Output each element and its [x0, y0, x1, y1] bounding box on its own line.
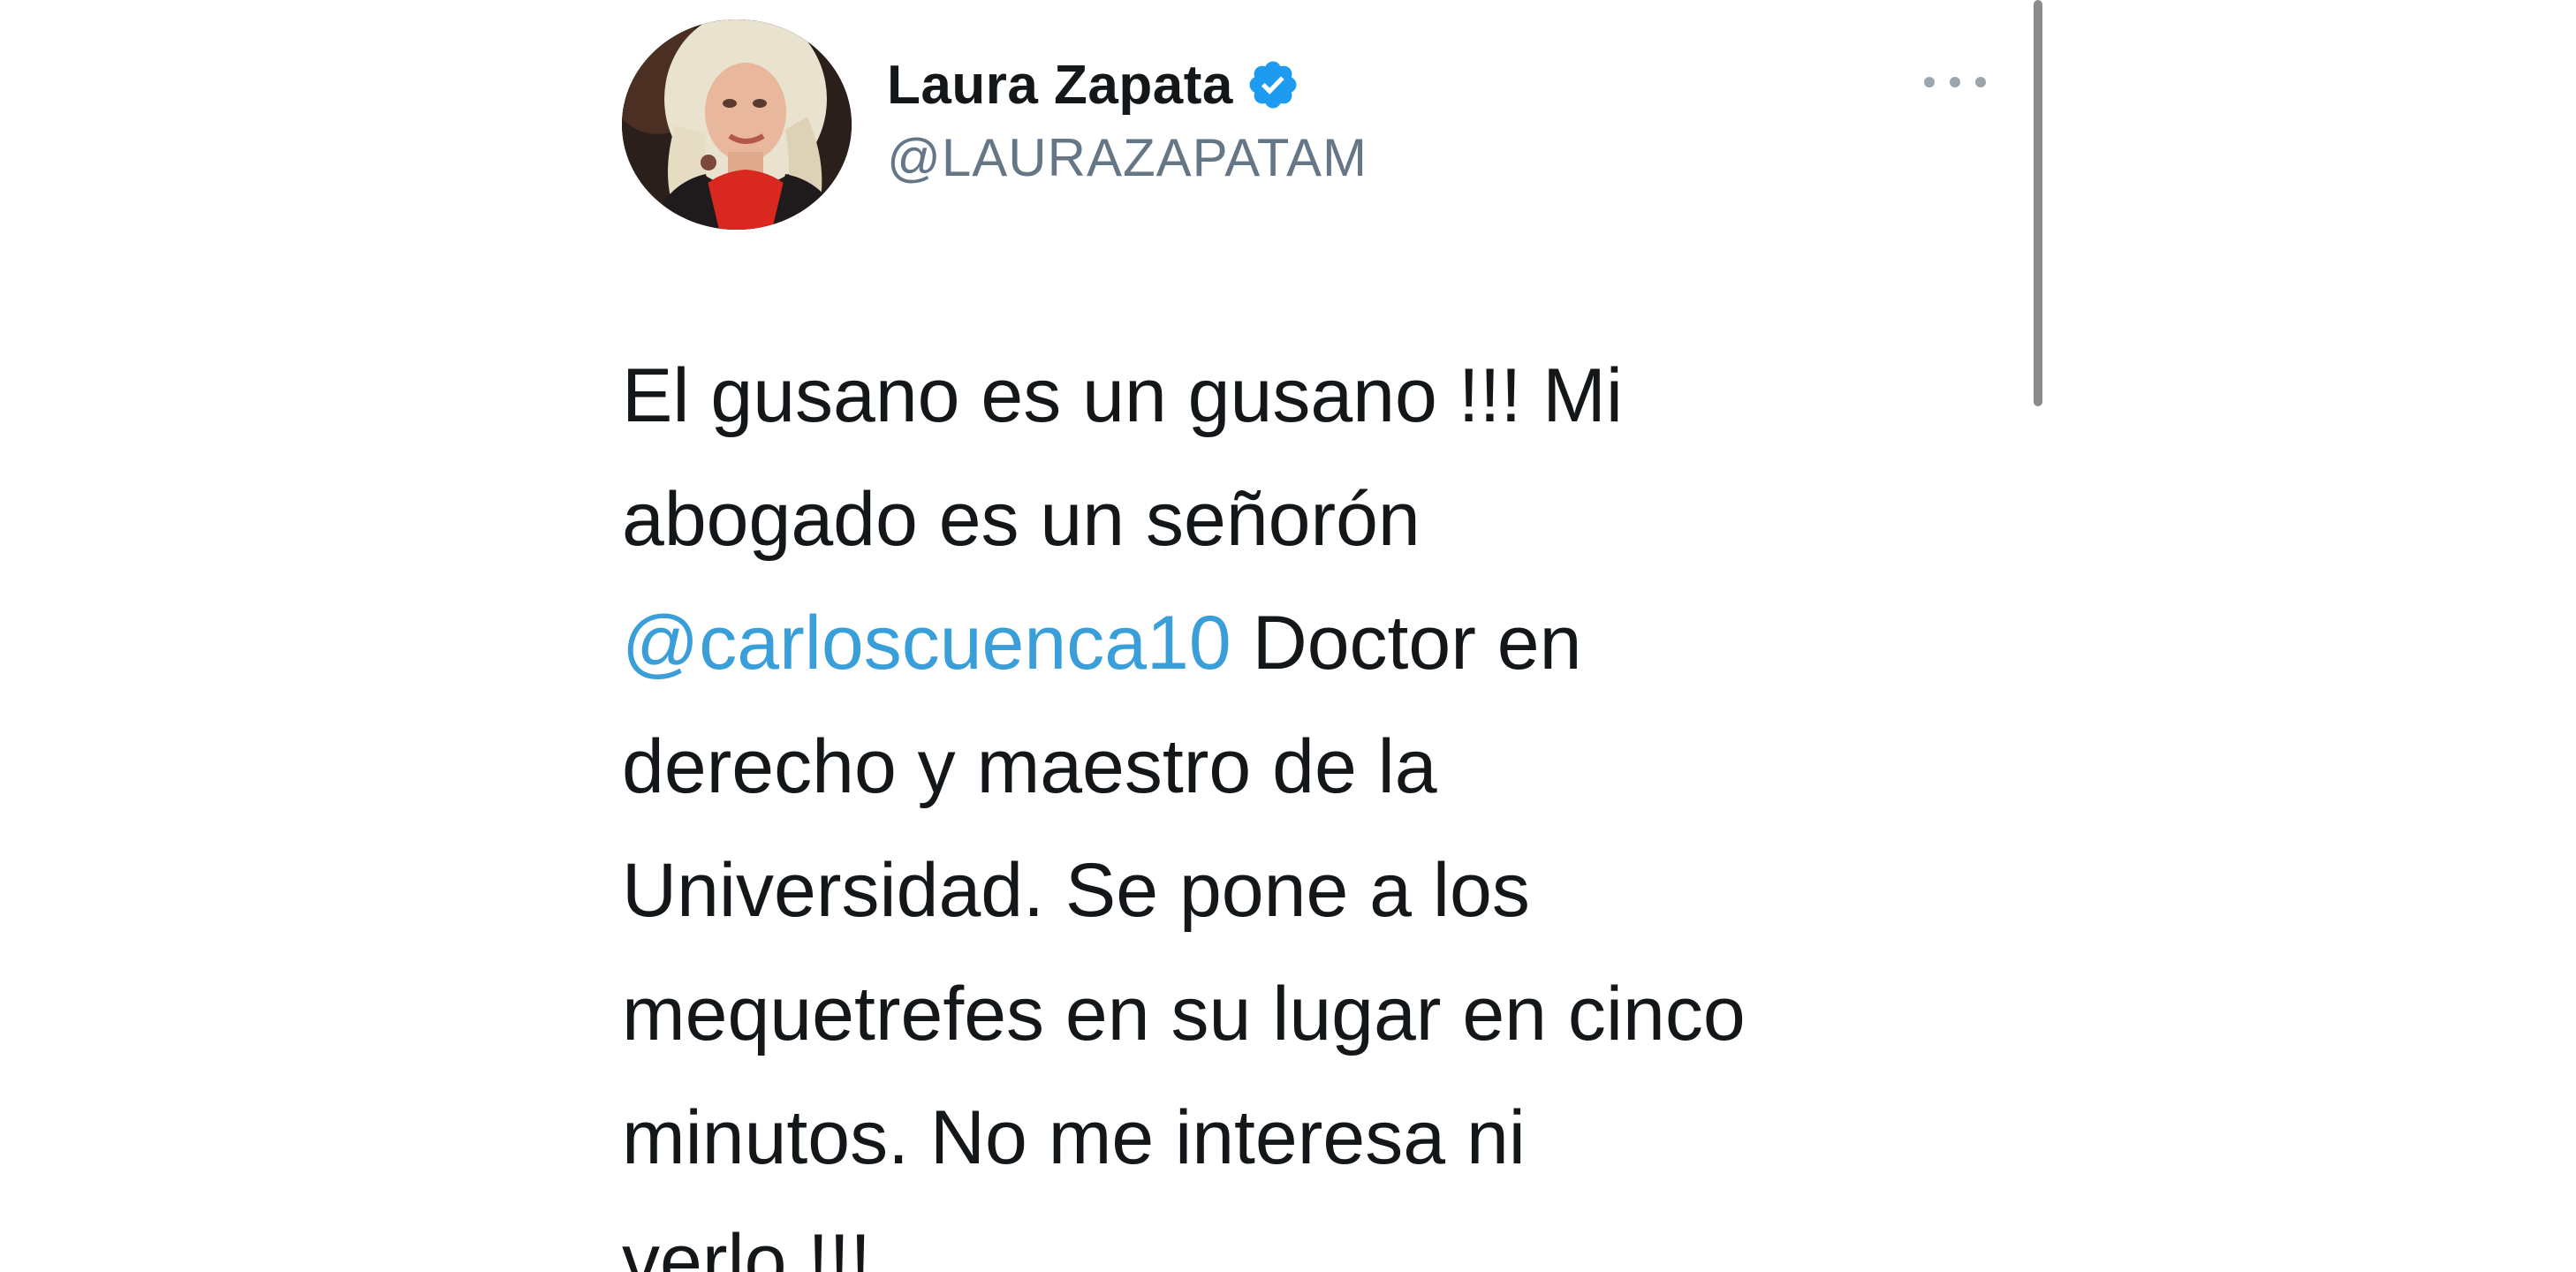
author-avatar[interactable] — [622, 19, 852, 230]
more-dot — [1950, 77, 1960, 87]
tweet-text: El gusano es un gusano !!! Mi abogado es … — [622, 334, 2000, 1272]
tweet-text-segment: Doctor en — [1231, 601, 1582, 685]
mention-link[interactable]: @carloscuenca10 — [622, 601, 1231, 685]
author-name-row: Laura Zapata — [887, 49, 1300, 120]
tweet-text-line: mequetrefes en su lugar en cinco — [622, 952, 2000, 1076]
tweet-text-line: Universidad. Se pone a los — [622, 829, 2000, 952]
tweet-text-segment: Universidad. Se pone a los — [622, 848, 1530, 933]
tweet-text-line: derecho y maestro de la — [622, 705, 2000, 829]
tweet-text-segment: abogado es un señorón — [622, 477, 1421, 562]
tweet-text-line: @carloscuenca10 Doctor en — [622, 581, 2000, 705]
more-dot — [1975, 77, 1986, 87]
avatar-photo — [622, 19, 852, 230]
tweet-text-segment: El gusano es un gusano !!! Mi — [622, 353, 1624, 438]
more-dot — [1924, 77, 1935, 87]
tweet-view: Laura Zapata @LAURAZAPATAM El gusano es … — [0, 0, 2576, 1272]
tweet-text-segment: mequetrefes en su lugar en cinco — [622, 972, 1746, 1056]
author-handle[interactable]: @LAURAZAPATAM — [887, 127, 1368, 188]
tweet-text-line: verlo !!! — [622, 1200, 2000, 1272]
tweet-text-line: abogado es un señorón — [622, 458, 2000, 581]
tweet-text-segment: verlo !!! — [622, 1219, 871, 1272]
more-options-icon[interactable] — [1924, 69, 1986, 95]
tweet-text-line: El gusano es un gusano !!! Mi — [622, 334, 2000, 458]
tweet-text-segment: minutos. No me interesa ni — [622, 1095, 1526, 1180]
scrollbar[interactable] — [2034, 0, 2042, 406]
author-display-name[interactable]: Laura Zapata — [887, 54, 1233, 117]
tweet-text-segment: derecho y maestro de la — [622, 724, 1437, 809]
tweet-text-line: minutos. No me interesa ni — [622, 1076, 2000, 1200]
verified-badge-icon — [1246, 57, 1300, 112]
